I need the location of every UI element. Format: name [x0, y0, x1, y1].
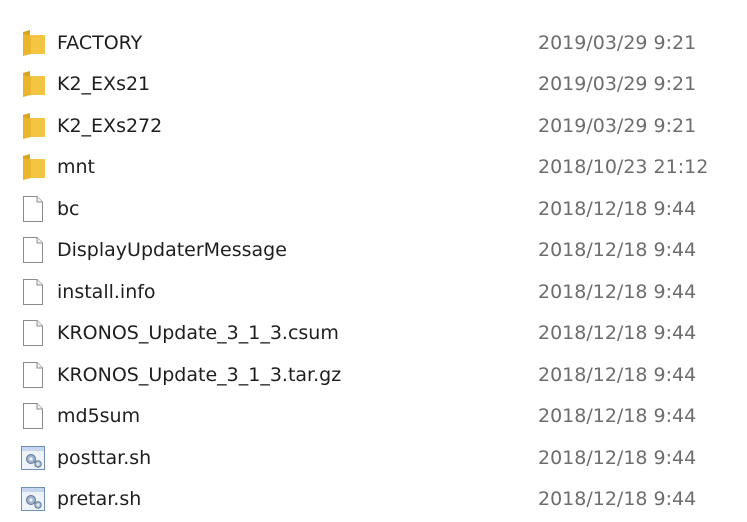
file-date: 2018/10/23 21:12	[538, 156, 709, 179]
folder-icon	[18, 111, 48, 141]
file-date: 2018/12/18 9:44	[538, 280, 697, 303]
file-name: bc	[57, 197, 80, 220]
file-name: install.info	[57, 280, 156, 303]
script-icon	[18, 484, 48, 514]
file-row[interactable]: FACTORY 2019/03/29 9:21	[0, 22, 747, 64]
file-row[interactable]: DisplayUpdaterMessage 2018/12/18 9:44	[0, 230, 747, 272]
file-date: 2018/12/18 9:44	[538, 322, 697, 345]
folder-icon	[18, 152, 48, 182]
script-icon	[18, 443, 48, 473]
file-name: mnt	[57, 156, 95, 179]
file-row[interactable]: mnt 2018/10/23 21:12	[0, 147, 747, 189]
file-date: 2019/03/29 9:21	[538, 31, 697, 54]
file-icon	[18, 277, 48, 307]
file-date: 2018/12/18 9:44	[538, 488, 697, 511]
file-name: K2_EXs272	[57, 114, 163, 137]
file-name: KRONOS_Update_3_1_3.csum	[57, 322, 339, 345]
file-name: K2_EXs21	[57, 73, 151, 96]
file-icon	[18, 360, 48, 390]
file-name: KRONOS_Update_3_1_3.tar.gz	[57, 363, 342, 386]
file-icon	[18, 235, 48, 265]
file-date: 2018/12/18 9:44	[538, 363, 697, 386]
file-row[interactable]: bc 2018/12/18 9:44	[0, 188, 747, 230]
file-row[interactable]: K2_EXs21 2019/03/29 9:21	[0, 64, 747, 106]
file-row[interactable]: install.info 2018/12/18 9:44	[0, 271, 747, 313]
file-date: 2019/03/29 9:21	[538, 73, 697, 96]
file-date: 2018/12/18 9:44	[538, 197, 697, 220]
file-row[interactable]: md5sum 2018/12/18 9:44	[0, 396, 747, 438]
file-name: FACTORY	[57, 31, 143, 54]
file-list: FACTORY 2019/03/29 9:21 K2_EXs21 2019/03…	[0, 0, 747, 522]
file-row[interactable]: K2_EXs272 2019/03/29 9:21	[0, 105, 747, 147]
folder-icon	[18, 69, 48, 99]
file-icon	[18, 194, 48, 224]
file-name: DisplayUpdaterMessage	[57, 239, 287, 262]
file-name: pretar.sh	[57, 488, 142, 511]
file-row[interactable]: KRONOS_Update_3_1_3.csum 2018/12/18 9:44	[0, 313, 747, 355]
file-date: 2018/12/18 9:44	[538, 405, 697, 428]
file-date: 2019/03/29 9:21	[538, 114, 697, 137]
folder-icon	[18, 28, 48, 58]
file-date: 2018/12/18 9:44	[538, 446, 697, 469]
file-icon	[18, 401, 48, 431]
file-icon	[18, 318, 48, 348]
file-row[interactable]: pretar.sh 2018/12/18 9:44	[0, 479, 747, 521]
file-name: md5sum	[57, 405, 141, 428]
file-date: 2018/12/18 9:44	[538, 239, 697, 262]
file-name: posttar.sh	[57, 446, 152, 469]
file-row[interactable]: posttar.sh 2018/12/18 9:44	[0, 437, 747, 479]
file-row[interactable]: KRONOS_Update_3_1_3.tar.gz 2018/12/18 9:…	[0, 354, 747, 396]
